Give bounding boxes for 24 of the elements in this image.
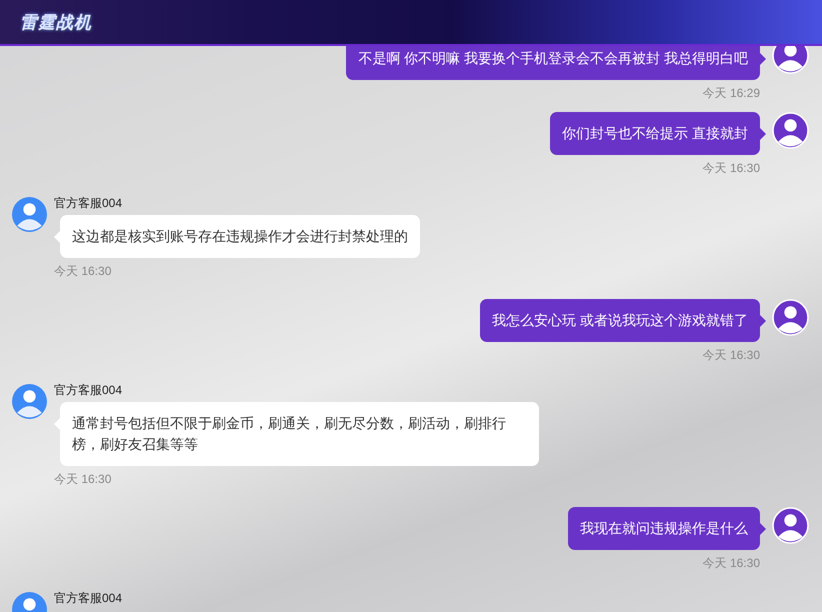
message-bubble: 我现在就问违规操作是什么 — [568, 507, 760, 550]
bubble-tail — [760, 128, 766, 140]
message-time: 今天 16:30 — [54, 472, 112, 486]
message-time: 今天 16:30 — [702, 161, 760, 175]
avatar-icon — [772, 299, 809, 336]
message-bubble: 你们封号也不给提示 直接就封 — [550, 112, 760, 155]
avatar-icon — [11, 196, 48, 233]
sender-name: 官方客服004 — [54, 383, 122, 397]
message-time: 今天 16:29 — [702, 86, 760, 100]
message-time: 今天 16:30 — [702, 556, 760, 570]
message-bubble: 这边都是核实到账号存在违规操作才会进行封禁处理的 — [60, 215, 420, 258]
game-logo: 雷霆战机 — [20, 12, 92, 34]
avatar-icon — [11, 383, 48, 420]
sender-name: 官方客服004 — [54, 591, 122, 605]
message-time: 今天 16:30 — [702, 348, 760, 362]
bubble-tail — [760, 53, 766, 65]
avatar-icon — [772, 112, 809, 149]
avatar-icon — [772, 507, 809, 544]
message-time: 今天 16:30 — [54, 264, 112, 278]
message-bubble: 我怎么安心玩 或者说我玩这个游戏就错了 — [480, 299, 760, 342]
bubble-tail — [760, 315, 766, 327]
bubble-tail — [760, 523, 766, 535]
message-bubble: 通常封号包括但不限于刷金币，刷通关，刷无尽分数，刷活动，刷排行榜，刷好友召集等等 — [60, 402, 539, 466]
sender-name: 官方客服004 — [54, 196, 122, 210]
